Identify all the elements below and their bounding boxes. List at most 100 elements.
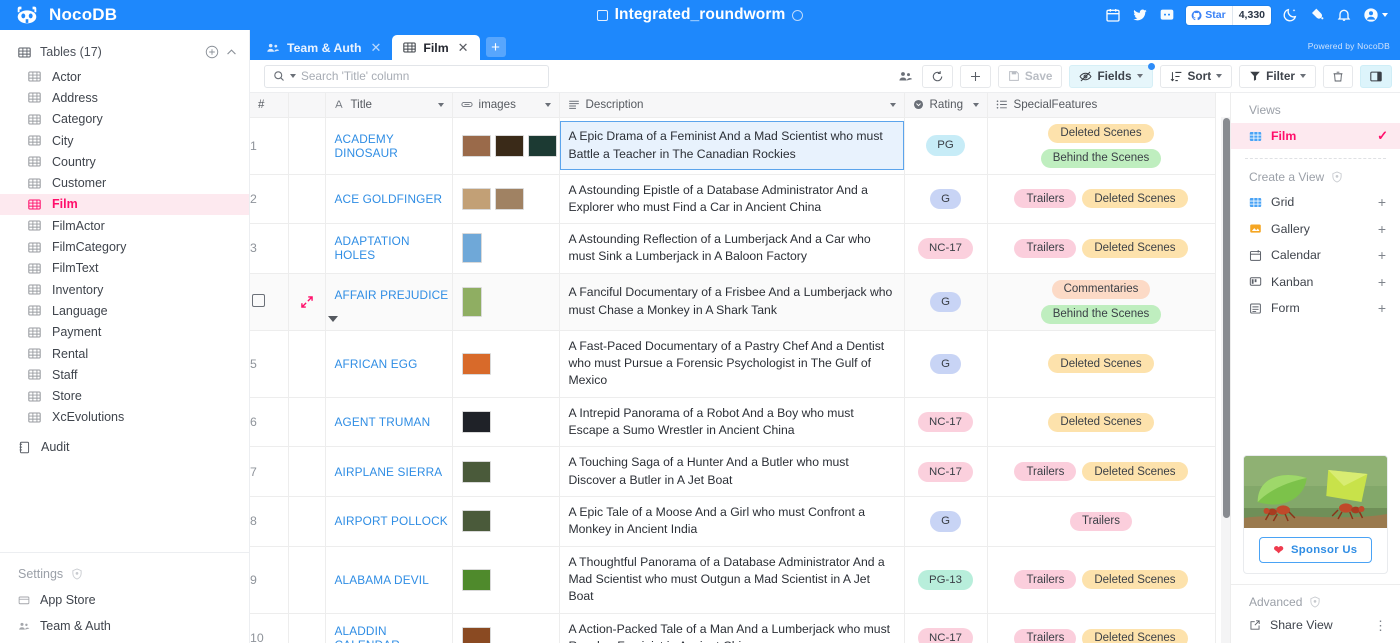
cell-images[interactable] [452,496,560,547]
attachment-thumbnail[interactable] [494,187,524,210]
toggle-right-panel-button[interactable] [1360,64,1392,88]
attachment-thumbnail[interactable] [461,134,491,157]
sidebar-item-customer[interactable]: Customer [0,172,249,193]
cell-rating[interactable]: G [904,330,988,398]
attachment-thumbnail[interactable] [461,460,491,483]
cell-images[interactable] [452,446,560,498]
github-star-button[interactable]: Star 4,330 [1186,5,1271,25]
table-row[interactable]: 1 ACADEMY DINOSAUR A Epic Drama of a Femin… [250,117,1216,175]
cell-description[interactable]: A Fast-Paced Documentary of a Pastry Che… [559,330,905,398]
sidebar-item-staff[interactable]: Staff [0,364,249,385]
sidebar-item-inventory[interactable]: Inventory [0,279,249,300]
save-button[interactable]: Save [997,64,1063,88]
create-view-grid[interactable]: Grid + [1231,189,1400,216]
delete-button[interactable] [1323,64,1353,88]
chevron-down-icon[interactable] [544,102,551,107]
plus-icon[interactable]: + [1378,222,1386,236]
attachment-thumbnail[interactable] [461,352,491,375]
sidebar-item-address[interactable]: Address [0,87,249,108]
calendar-icon[interactable] [1105,7,1121,23]
create-view-calendar[interactable]: Calendar + [1231,242,1400,269]
theme-droplet-icon[interactable] [1309,7,1325,23]
sponsor-us-button[interactable]: ❤ Sponsor Us [1258,537,1373,563]
column-header-specialfeatures[interactable]: SpecialFeatures [987,93,1216,118]
chevron-down-icon[interactable] [972,102,979,107]
plus-icon[interactable]: + [1378,275,1386,289]
cell-specialfeatures[interactable]: Deleted Scenes [987,330,1216,398]
plus-icon[interactable]: + [1378,248,1386,262]
attachment-thumbnail[interactable] [461,411,491,434]
cell-title[interactable]: AIRPORT POLLOCK [325,496,453,547]
cell-title[interactable]: ALABAMA DEVIL [325,546,453,614]
search-box[interactable] [264,64,549,88]
sidebar-item-audit[interactable]: Audit [0,434,249,460]
attachment-thumbnail[interactable] [494,134,524,157]
cell-description[interactable]: A Intrepid Panorama of a Robot And a Boy… [559,397,905,448]
sort-button[interactable]: Sort [1159,64,1233,88]
bell-icon[interactable] [1336,7,1352,23]
sidebar-item-payment[interactable]: Payment [0,322,249,343]
cell-description[interactable]: A Fanciful Documentary of a Frisbee And … [559,273,905,331]
cell-images[interactable] [452,117,560,175]
cell-description[interactable]: A Astounding Reflection of a Lumberjack … [559,223,905,274]
add-table-icon[interactable] [205,45,219,59]
column-header-description[interactable]: Description [559,93,905,118]
sidebar-item-app-store[interactable]: App Store [0,587,249,613]
sidebar-item-city[interactable]: City [0,130,249,151]
cell-title[interactable]: AFRICAN EGG [325,330,453,398]
row-expand-cell[interactable] [288,496,326,547]
table-row[interactable]: 7 AIRPLANE SIERRA A Touching Saga of a Hun… [250,446,1216,498]
add-row-button[interactable] [959,64,991,88]
row-expand-cell[interactable] [288,223,326,274]
plus-icon[interactable]: + [1378,301,1386,315]
sidebar-item-country[interactable]: Country [0,151,249,172]
cell-specialfeatures[interactable]: Deleted Scenes [987,397,1216,448]
fields-button[interactable]: Fields [1069,62,1155,88]
sidebar-item-store[interactable]: Store [0,385,249,406]
table-row[interactable]: 2 ACE GOLDFINGER A Astounding Epistle of a… [250,174,1216,225]
cell-images[interactable] [452,546,560,614]
attachment-thumbnail[interactable] [461,510,491,533]
cell-specialfeatures[interactable]: Trailers Deleted Scenes [987,546,1216,614]
cell-specialfeatures[interactable]: Trailers Deleted Scenes [987,174,1216,225]
close-icon[interactable]: ✕ [458,40,469,56]
cell-specialfeatures[interactable]: Trailers Deleted Scenes [987,223,1216,274]
cell-images[interactable] [452,330,560,398]
table-row[interactable]: 8 AIRPORT POLLOCK A Epic Tale of a Moose A… [250,496,1216,547]
share-view-item[interactable]: Share View ⋮ [1231,613,1400,637]
table-row[interactable]: 3 ADAPTATION HOLES A Astounding Reflection… [250,223,1216,274]
sidebar-item-actor[interactable]: Actor [0,66,249,87]
cell-description[interactable]: A Touching Saga of a Hunter And a Butler… [559,446,905,498]
row-expand-cell[interactable] [288,330,326,398]
row-expand-cell[interactable] [288,546,326,614]
sidebar-item-category[interactable]: Category [0,109,249,130]
attachment-thumbnail[interactable] [461,187,491,210]
chevron-down-icon[interactable] [327,316,338,323]
cell-images[interactable] [452,174,560,225]
cell-rating[interactable]: PG-13 [904,546,988,614]
search-input[interactable] [301,69,540,83]
cell-rating[interactable]: NC-17 [904,613,988,643]
sidebar-item-film[interactable]: Film [0,193,249,216]
more-options-icon[interactable]: ⋮ [1374,619,1388,632]
collaborators-icon[interactable] [898,70,913,82]
cell-description[interactable]: A Epic Tale of a Moose And a Girl who mu… [559,496,905,547]
cell-specialfeatures[interactable]: Commentaries Behind the Scenes [987,273,1216,331]
create-view-form[interactable]: Form + [1231,295,1400,322]
cell-specialfeatures[interactable]: Trailers Deleted Scenes [987,446,1216,498]
chevron-down-icon[interactable] [889,102,896,107]
cell-rating[interactable]: G [904,273,988,331]
sidebar-item-filmactor[interactable]: FilmActor [0,215,249,236]
cell-title[interactable]: ALADDIN CALENDAR [325,613,453,643]
expand-record-icon[interactable] [300,295,314,309]
view-item-film[interactable]: Film ✓ [1231,123,1400,149]
attachment-thumbnail[interactable] [461,627,491,643]
column-header-images[interactable]: images [452,93,560,118]
row-expand-cell[interactable] [288,117,326,175]
row-expand-cell[interactable] [288,613,326,643]
row-expand-cell[interactable] [288,273,326,331]
sidebar-item-rental[interactable]: Rental [0,343,249,364]
reload-button[interactable] [921,64,953,88]
close-icon[interactable]: ✕ [370,40,381,56]
table-row[interactable]: 10 ALADDIN CALENDAR A Action-Packed Tale o… [250,613,1216,643]
